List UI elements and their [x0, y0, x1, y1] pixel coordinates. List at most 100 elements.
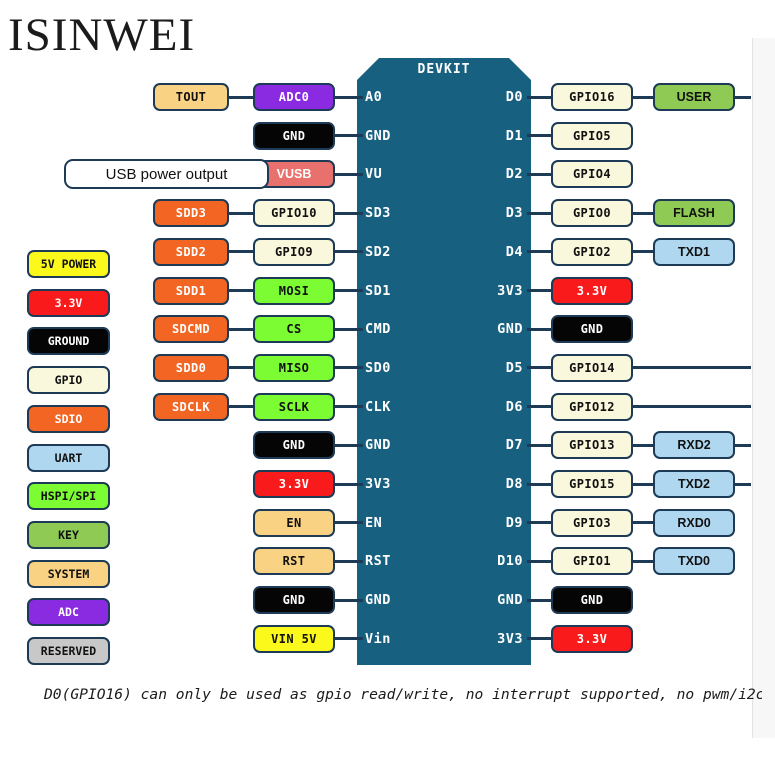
chip-left-inner-gpio10-label: GPIO10: [271, 206, 317, 221]
chip-left-inner-gnd[interactable]: GND: [253, 586, 335, 615]
chip-left-inner-gnd[interactable]: GND: [253, 431, 335, 460]
board-pin-right-d0-0: D0: [505, 89, 523, 105]
chip-right-outer-txd1[interactable]: TXD1: [653, 237, 735, 266]
chip-left-outer-sdd2[interactable]: SDD2: [153, 237, 229, 266]
chip-left-inner-rst[interactable]: RST: [253, 547, 335, 576]
chip-left-outer-sdd3-label: SDD3: [175, 206, 207, 221]
wire-left-inner-13: [333, 598, 363, 602]
wire-right-extend-8: [631, 405, 751, 409]
chip-left-inner-miso-label: MISO: [278, 360, 310, 375]
chip-right-outer-flash[interactable]: FLASH: [653, 199, 735, 228]
wire-right-extend-10: [733, 482, 751, 486]
chip-right-outer-rxd0[interactable]: RXD0: [653, 508, 735, 537]
chip-right-inner-gpio1[interactable]: GPIO1: [551, 547, 633, 576]
chip-right-outer-txd0[interactable]: TXD0: [653, 547, 735, 576]
chip-left-outer-sdd0-label: SDD0: [175, 360, 207, 375]
chip-left-outer-sdd1-label: SDD1: [175, 283, 207, 298]
wire-right-outer-10: [631, 482, 655, 486]
brand-logo: ISINWEI: [8, 9, 196, 61]
chip-left-inner-gpio9[interactable]: GPIO9: [253, 237, 335, 266]
wire-left-inner-12: [333, 559, 363, 563]
legend-item-ground[interactable]: GROUND: [27, 327, 110, 356]
chip-right-inner-gnd[interactable]: GND: [551, 586, 633, 615]
chip-right-inner-gpio3[interactable]: GPIO3: [551, 508, 633, 537]
chip-left-inner-gpio9-label: GPIO9: [274, 244, 314, 259]
legend-item-gpio[interactable]: GPIO: [27, 366, 110, 395]
chip-right-inner-gnd[interactable]: GND: [551, 315, 633, 344]
wire-left-outer-0: [227, 95, 255, 99]
chip-left-outer-sdd1[interactable]: SDD1: [153, 276, 229, 305]
page-right-panel-edge: [752, 38, 775, 738]
chip-right-inner-gpio5[interactable]: GPIO5: [551, 121, 633, 150]
chip-left-inner-vin-5v[interactable]: VIN 5V: [253, 624, 335, 653]
legend-item-5v-power[interactable]: 5V POWER: [27, 250, 110, 278]
board-pin-right-gnd-13: GND: [497, 592, 523, 609]
chip-left-inner-en[interactable]: EN: [253, 508, 335, 537]
board-pin-left-sd3-3: SD3: [365, 205, 391, 222]
chip-right-inner-gpio12[interactable]: GPIO12: [551, 392, 633, 421]
chip-left-inner-mosi[interactable]: MOSI: [253, 276, 335, 305]
chip-right-inner-gpio15[interactable]: GPIO15: [551, 470, 633, 498]
legend-item-label: GROUND: [47, 334, 90, 349]
legend-item-key[interactable]: KEY: [27, 520, 110, 549]
chip-left-outer-sdclk[interactable]: SDCLK: [153, 392, 229, 421]
legend-item-sdio[interactable]: SDIO: [27, 404, 110, 433]
legend-item-reserved[interactable]: RESERVED: [27, 637, 110, 665]
legend-item-label: 3.3V: [54, 295, 83, 310]
legend-item-3-3v[interactable]: 3.3V: [27, 288, 110, 317]
chip-left-inner-cs[interactable]: CS: [253, 315, 335, 344]
legend-item-system[interactable]: SYSTEM: [27, 559, 110, 588]
chip-right-inner-3-3v[interactable]: 3.3V: [551, 276, 633, 305]
wire-left-outer-4: [227, 250, 255, 254]
chip-right-outer-user[interactable]: USER: [653, 83, 735, 111]
chip-left-outer-sdd2-label: SDD2: [175, 244, 207, 259]
chip-left-inner-sclk[interactable]: SCLK: [253, 392, 335, 421]
chip-right-inner-gpio12-label: GPIO12: [569, 399, 615, 414]
wire-left-inner-5: [333, 289, 363, 292]
wire-left-inner-6: [333, 327, 363, 331]
chip-right-inner-gpio13[interactable]: GPIO13: [551, 431, 633, 460]
legend-item-uart[interactable]: UART: [27, 443, 110, 472]
wire-right-inner-7: [527, 366, 553, 370]
chip-right-outer-rxd2-label: RXD2: [677, 438, 711, 453]
chip-right-outer-flash-label: FLASH: [673, 206, 715, 221]
chip-left-inner-gpio10[interactable]: GPIO10: [253, 199, 335, 228]
callout-usb-power-output[interactable]: USB power output: [64, 159, 269, 190]
callout-usb-power-output-label: USB power output: [105, 165, 228, 183]
chip-left-inner-en-label: EN: [286, 515, 302, 530]
chip-right-outer-txd2[interactable]: TXD2: [653, 470, 735, 498]
board-pin-left-sd1-5: SD1: [365, 282, 391, 299]
chip-right-inner-gpio2[interactable]: GPIO2: [551, 237, 633, 266]
legend-item-label: ADC: [58, 605, 79, 620]
chip-right-outer-rxd2[interactable]: RXD2: [653, 431, 735, 460]
chip-left-inner-rst-label: RST: [282, 554, 306, 569]
chip-left-inner-miso[interactable]: MISO: [253, 353, 335, 382]
chip-left-outer-sdd3[interactable]: SDD3: [153, 199, 229, 228]
chip-right-inner-gpio14[interactable]: GPIO14: [551, 353, 633, 382]
chip-left-outer-sdcmd[interactable]: SDCMD: [153, 315, 229, 344]
legend-item-hspi-spi[interactable]: HSPI/SPI: [27, 482, 110, 511]
chip-left-outer-sdd0[interactable]: SDD0: [153, 353, 229, 382]
legend-item-label: SDIO: [54, 411, 83, 426]
chip-right-inner-gpio16[interactable]: GPIO16: [551, 83, 633, 111]
chip-right-inner-gpio1-label: GPIO1: [572, 554, 612, 569]
board-pin-left-rst-12: RST: [365, 553, 391, 570]
chip-right-inner-gpio4-label: GPIO4: [572, 167, 612, 182]
wire-left-inner-8: [333, 405, 363, 409]
chip-left-inner-adc0[interactable]: ADC0: [253, 83, 335, 111]
board-pin-left-cmd-6: CMD: [365, 321, 391, 338]
wire-right-outer-3: [631, 211, 655, 215]
legend-item-adc[interactable]: ADC: [27, 598, 110, 627]
chip-left-inner-3-3v[interactable]: 3.3V: [253, 470, 335, 498]
board-pin-left-3v3-10: 3V3: [365, 476, 391, 492]
chip-right-inner-3-3v[interactable]: 3.3V: [551, 624, 633, 653]
chip-left-inner-cs-label: CS: [286, 322, 302, 337]
chip-left-outer-tout[interactable]: TOUT: [153, 83, 229, 111]
legend-item-label: KEY: [58, 527, 79, 542]
chip-right-inner-gpio0[interactable]: GPIO0: [551, 199, 633, 228]
chip-left-inner-gnd[interactable]: GND: [253, 121, 335, 150]
chip-right-inner-gpio4[interactable]: GPIO4: [551, 160, 633, 189]
wire-right-inner-1: [527, 134, 553, 138]
board-pin-left-gnd-1: GND: [365, 127, 391, 144]
chip-right-inner-gnd-label: GND: [580, 322, 604, 337]
